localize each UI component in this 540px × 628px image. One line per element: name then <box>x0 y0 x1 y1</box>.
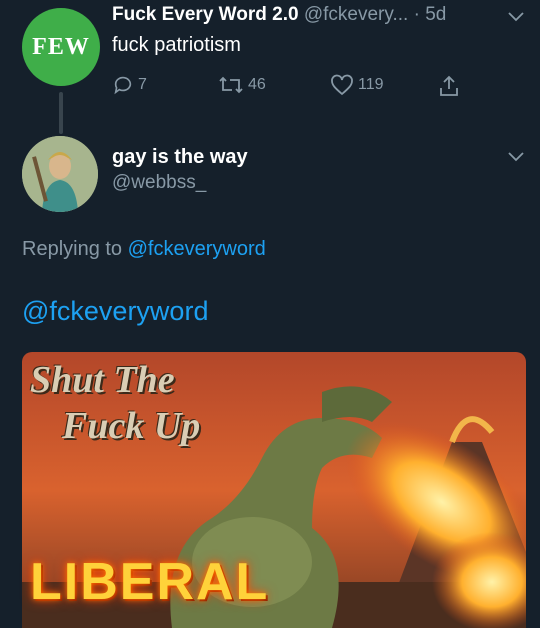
retweet-count: 46 <box>248 76 266 93</box>
reply-icon <box>114 76 132 95</box>
chevron-down-icon[interactable] <box>508 152 524 162</box>
parent-display-name[interactable]: Fuck Every Word 2.0 <box>112 4 299 25</box>
retweet-icon <box>219 76 243 94</box>
meme-caption-bottom: LIBERAL <box>30 553 270 611</box>
like-count: 119 <box>358 76 384 93</box>
replying-prefix: Replying to <box>22 238 123 260</box>
reply-display-name[interactable]: gay is the way <box>112 146 248 169</box>
user-avatar[interactable] <box>22 136 98 212</box>
parent-tweet-text: fuck patriotism <box>112 34 241 56</box>
retweet-action[interactable]: 46 <box>218 74 266 96</box>
share-action[interactable] <box>438 74 460 98</box>
thread-connector <box>59 92 63 134</box>
like-action[interactable]: 119 <box>330 74 384 96</box>
reply-count: 7 <box>138 76 147 93</box>
heart-icon <box>331 74 353 96</box>
parent-time[interactable]: · 5d <box>414 4 447 25</box>
avatar-label: FEW <box>32 33 90 60</box>
parent-handle[interactable]: @fckevery... <box>304 4 408 25</box>
reply-action[interactable]: 7 <box>112 74 147 96</box>
replying-to-line: Replying to @fckeveryword <box>22 238 266 261</box>
meme-caption-middle: Fuck Up <box>62 405 201 447</box>
reply-tweet-text[interactable]: @fckeveryword <box>22 296 208 327</box>
meme-caption-top: Shut The <box>30 359 175 401</box>
reply-handle[interactable]: @webbss_ <box>112 172 206 194</box>
avatar-image <box>22 136 98 212</box>
chevron-down-icon[interactable] <box>508 12 524 22</box>
share-icon <box>440 75 458 96</box>
few-avatar[interactable]: FEW <box>22 8 100 86</box>
replying-to-link[interactable]: @fckeveryword <box>128 238 266 260</box>
parent-header: Fuck Every Word 2.0 @fckevery... · 5d <box>112 4 446 26</box>
